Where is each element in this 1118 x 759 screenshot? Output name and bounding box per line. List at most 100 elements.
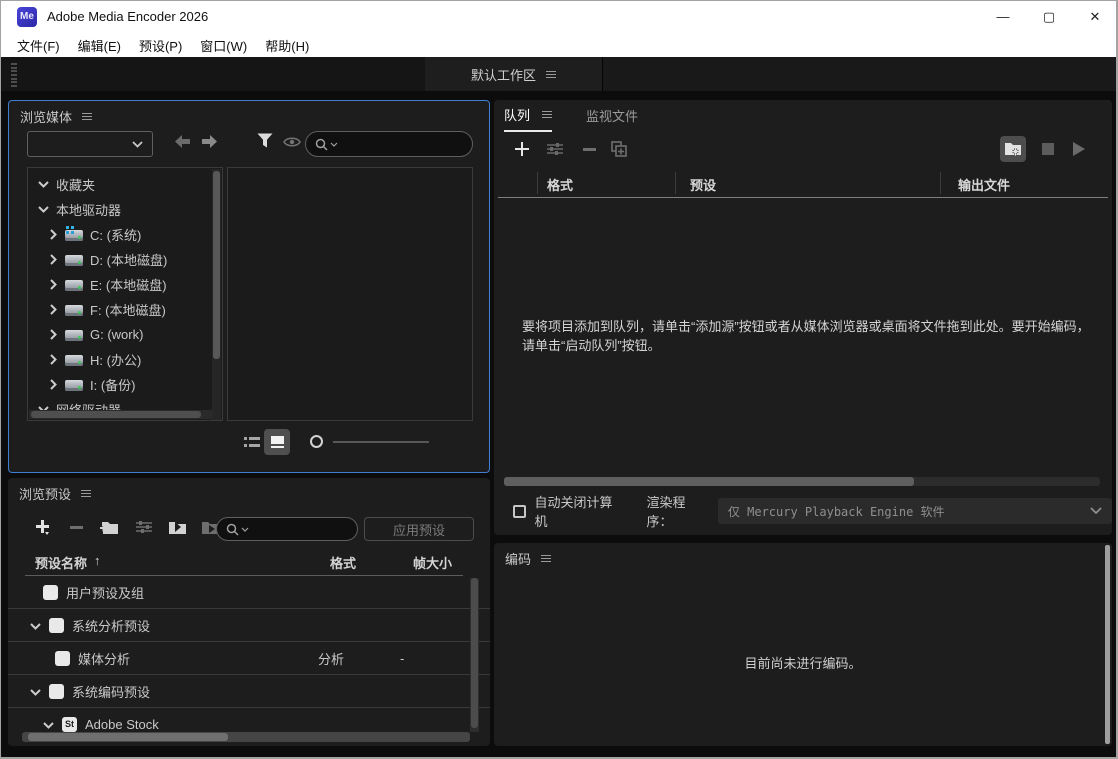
column-format[interactable]: 格式 xyxy=(547,175,573,194)
filter-icon[interactable] xyxy=(257,133,273,149)
tree-chevron-icon[interactable] xyxy=(46,378,60,392)
tree-item[interactable]: 本地驱动器 xyxy=(28,197,222,222)
preset-row[interactable]: 媒体分析 分析 - xyxy=(8,642,490,675)
forward-arrow-icon[interactable] xyxy=(201,135,217,151)
column-frame-size[interactable]: 帧大小 xyxy=(413,553,452,572)
workspace-menu-icon[interactable] xyxy=(546,71,556,78)
preset-row[interactable]: 系统编码预设 xyxy=(8,675,490,708)
preset-name: 用户预设及组 xyxy=(66,583,144,602)
column-output-file[interactable]: 输出文件 xyxy=(958,175,1010,194)
preset-row[interactable]: St Adobe Stock xyxy=(8,708,490,732)
row-chevron-icon[interactable] xyxy=(43,717,54,732)
eye-icon[interactable] xyxy=(283,135,299,151)
menu-help[interactable]: 帮助(H) xyxy=(256,34,318,57)
import-preset-icon[interactable] xyxy=(167,517,187,537)
drive-icon xyxy=(65,255,83,266)
menu-window[interactable]: 窗口(W) xyxy=(191,34,256,57)
tree-chevron-icon[interactable] xyxy=(46,278,60,292)
remove-preset-icon[interactable] xyxy=(66,517,86,537)
tree-chevron-icon[interactable] xyxy=(46,253,60,267)
tree-chevron-icon[interactable] xyxy=(46,353,60,367)
adobe-stock-icon xyxy=(49,684,64,699)
tree-chevron-icon[interactable] xyxy=(36,203,50,217)
media-search-input[interactable] xyxy=(305,131,473,157)
list-view-button[interactable] xyxy=(239,429,265,455)
minimize-button[interactable]: — xyxy=(980,0,1026,33)
tree-item-label: H: (办公) xyxy=(90,350,141,369)
tree-chevron-icon[interactable] xyxy=(36,178,50,192)
preset-row[interactable]: 系统分析预设 xyxy=(8,609,490,642)
stop-queue-button[interactable] xyxy=(1035,136,1061,162)
tree-item[interactable]: F: (本地磁盘) xyxy=(28,297,222,322)
chevron-down-icon xyxy=(132,141,143,148)
menu-preset[interactable]: 预设(P) xyxy=(130,34,191,57)
renderer-value: 仅 Mercury Playback Engine 软件 xyxy=(728,503,945,520)
preset-horizontal-scrollbar[interactable] xyxy=(22,732,470,742)
encoding-scrollbar[interactable] xyxy=(1105,545,1110,744)
media-browser-title: 浏览媒体 xyxy=(20,107,72,126)
tree-item[interactable]: H: (办公) xyxy=(28,347,222,372)
tree-item[interactable]: G: (work) xyxy=(28,322,222,347)
window-border-top xyxy=(0,0,1118,1)
zoom-slider-track[interactable] xyxy=(333,441,429,443)
thumbnail-view-button[interactable] xyxy=(264,429,290,455)
panel-menu-icon[interactable] xyxy=(542,111,552,118)
tree-item[interactable]: D: (本地磁盘) xyxy=(28,247,222,272)
renderer-dropdown[interactable]: 仅 Mercury Playback Engine 软件 xyxy=(718,498,1112,524)
preset-browser-panel: 浏览预设 xyxy=(8,478,490,746)
tree-item[interactable]: C: (系统) xyxy=(28,222,222,247)
media-browser-header: 浏览媒体 xyxy=(20,107,92,126)
back-arrow-icon[interactable] xyxy=(174,135,190,151)
tree-vertical-scrollbar[interactable] xyxy=(212,169,221,421)
tree-chevron-icon[interactable] xyxy=(46,303,60,317)
queue-horizontal-scrollbar[interactable] xyxy=(504,477,1100,486)
tree-item-label: F: (本地磁盘) xyxy=(90,300,166,319)
drag-handle-icon[interactable] xyxy=(11,63,17,87)
preset-search-input[interactable] xyxy=(216,517,358,541)
add-preset-icon[interactable] xyxy=(32,517,52,537)
apply-preset-button[interactable]: 应用预设 xyxy=(364,517,474,541)
tab-queue[interactable]: 队列 xyxy=(504,105,552,132)
column-preset-name[interactable]: 预设名称 xyxy=(35,553,87,572)
panel-menu-icon[interactable] xyxy=(541,555,551,562)
auto-encode-watch-folders-button[interactable] xyxy=(1000,136,1026,162)
preset-name: 系统编码预设 xyxy=(72,682,150,701)
tree-horizontal-scrollbar[interactable] xyxy=(29,410,213,419)
close-button[interactable]: ✕ xyxy=(1072,0,1118,33)
remove-source-icon[interactable] xyxy=(578,138,600,160)
tab-watch-folders[interactable]: 监视文件 xyxy=(586,105,638,132)
column-format[interactable]: 格式 xyxy=(330,553,356,572)
menu-edit[interactable]: 编辑(E) xyxy=(69,34,130,57)
chevron-down-icon xyxy=(1090,507,1102,515)
duplicate-icon[interactable] xyxy=(608,138,630,160)
zoom-slider-handle[interactable] xyxy=(310,435,323,448)
tree-item-label: D: (本地磁盘) xyxy=(90,250,167,269)
preset-settings-icon[interactable] xyxy=(134,517,154,537)
tree-item[interactable]: E: (本地磁盘) xyxy=(28,272,222,297)
add-source-icon[interactable] xyxy=(511,138,533,160)
tree-item[interactable]: I: (备份) xyxy=(28,372,222,397)
auto-shutdown-checkbox[interactable] xyxy=(513,505,526,518)
maximize-button[interactable]: ▢ xyxy=(1026,0,1072,33)
column-preset[interactable]: 预设 xyxy=(690,175,716,194)
location-dropdown[interactable] xyxy=(27,131,153,157)
tree-chevron-icon[interactable] xyxy=(46,328,60,342)
new-preset-group-icon[interactable] xyxy=(99,517,119,537)
window-border-left xyxy=(0,0,1,759)
menu-file[interactable]: 文件(F) xyxy=(8,34,69,57)
queue-empty-hint: 要将项目添加到队列，请单击“添加源”按钮或者从媒体浏览器或桌面将文件拖到此处。要… xyxy=(522,317,1094,355)
preset-vertical-scrollbar[interactable] xyxy=(470,578,479,732)
panel-menu-icon[interactable] xyxy=(81,490,91,497)
media-content-area[interactable] xyxy=(227,167,473,421)
queue-settings-icon[interactable] xyxy=(544,138,566,160)
preset-row[interactable]: 用户预设及组 xyxy=(8,576,490,609)
row-chevron-icon[interactable] xyxy=(30,618,41,633)
tree-chevron-icon[interactable] xyxy=(46,228,60,242)
start-queue-button[interactable] xyxy=(1066,136,1092,162)
auto-shutdown-label: 自动关闭计算机 xyxy=(535,492,621,530)
panel-menu-icon[interactable] xyxy=(82,113,92,120)
tree-item[interactable]: 收藏夹 xyxy=(28,172,222,197)
drive-icon xyxy=(65,230,83,241)
workspace-tab[interactable]: 默认工作区 xyxy=(425,57,602,91)
row-chevron-icon[interactable] xyxy=(30,684,41,699)
